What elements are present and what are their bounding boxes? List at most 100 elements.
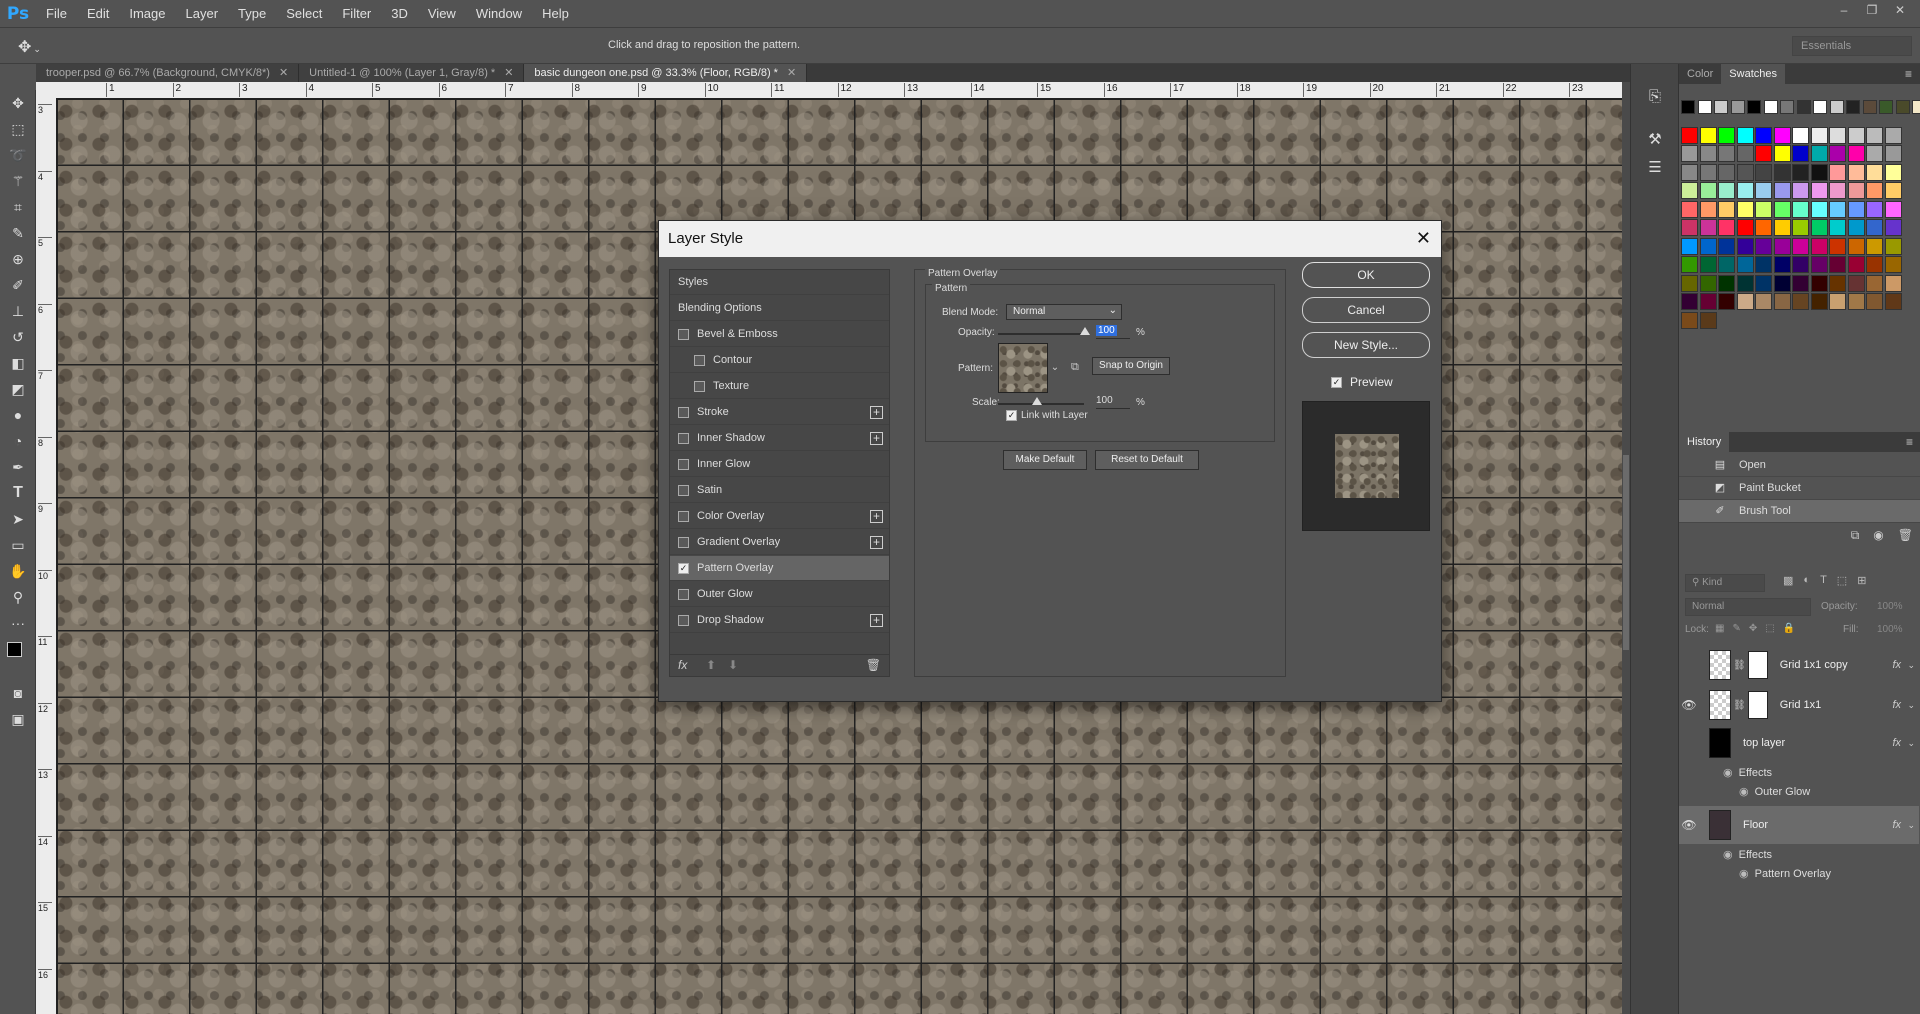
menu-window[interactable]: Window bbox=[466, 6, 532, 21]
menu-view[interactable]: View bbox=[418, 6, 466, 21]
style-checkbox[interactable] bbox=[678, 484, 689, 496]
swatch[interactable] bbox=[1681, 145, 1698, 162]
swatch[interactable] bbox=[1699, 219, 1717, 236]
swatch[interactable] bbox=[1681, 274, 1698, 292]
move-icon[interactable]: ✥ bbox=[0, 90, 36, 116]
preview-checkbox[interactable]: ✓ bbox=[1331, 376, 1342, 388]
swatch[interactable] bbox=[1718, 163, 1735, 181]
swatch[interactable] bbox=[1847, 163, 1865, 181]
swatch[interactable] bbox=[1829, 126, 1846, 144]
menu-3d[interactable]: 3D bbox=[381, 6, 418, 21]
add-effect-icon[interactable]: + bbox=[870, 406, 883, 419]
swatch[interactable] bbox=[1699, 182, 1717, 199]
workspace-select[interactable]: Essentials bbox=[1792, 36, 1912, 56]
swatch[interactable] bbox=[1718, 145, 1735, 162]
more-tools-icon[interactable]: ··· bbox=[0, 610, 36, 636]
swatch[interactable] bbox=[1866, 163, 1883, 181]
history-state[interactable]: ✐ Brush Tool bbox=[1679, 500, 1920, 523]
reset-to-default-button[interactable]: Reset to Default bbox=[1095, 450, 1199, 470]
swatch[interactable] bbox=[1699, 274, 1717, 292]
lock-position-icon[interactable]: ✥ bbox=[1749, 623, 1757, 634]
swatch[interactable] bbox=[1884, 182, 1902, 199]
add-effect-icon[interactable]: + bbox=[870, 614, 883, 627]
swatch[interactable] bbox=[1699, 311, 1717, 329]
close-tab-icon[interactable]: ✕ bbox=[279, 67, 288, 79]
filter-type-icon[interactable]: T bbox=[1820, 574, 1827, 587]
swatch[interactable] bbox=[1699, 237, 1717, 255]
eye-icon[interactable]: 👁 bbox=[1679, 698, 1699, 712]
swatch[interactable] bbox=[1862, 100, 1877, 114]
swatch[interactable] bbox=[1792, 145, 1809, 162]
ok-button[interactable]: OK bbox=[1302, 262, 1430, 288]
layer-row[interactable]: 👁 Floor fx ⌄ bbox=[1679, 806, 1919, 844]
lasso-icon[interactable]: ➰ bbox=[0, 142, 36, 168]
eyedropper-icon[interactable]: ✎ bbox=[0, 220, 36, 246]
swatch[interactable] bbox=[1829, 200, 1846, 218]
add-effect-icon[interactable]: + bbox=[870, 510, 883, 523]
swatch[interactable] bbox=[1681, 126, 1698, 144]
swatch[interactable] bbox=[1810, 126, 1828, 144]
layer-effects[interactable]: ◉ Effects bbox=[1723, 766, 1772, 779]
chevron-icon[interactable]: ⌄ bbox=[1907, 700, 1915, 711]
swatch[interactable] bbox=[1847, 274, 1865, 292]
swatch[interactable] bbox=[1699, 145, 1717, 162]
swatch[interactable] bbox=[1847, 219, 1865, 236]
style-checkbox[interactable] bbox=[678, 432, 689, 444]
tab-swatches[interactable]: Swatches bbox=[1721, 64, 1785, 84]
swatch[interactable] bbox=[1780, 100, 1794, 114]
swatch[interactable] bbox=[1736, 256, 1754, 273]
style-item[interactable]: Stroke + bbox=[670, 400, 889, 425]
swatch[interactable] bbox=[1884, 163, 1902, 181]
swatch[interactable] bbox=[1884, 274, 1902, 292]
eraser-icon[interactable]: ◧ bbox=[0, 350, 36, 376]
snap-to-origin-button[interactable]: Snap to Origin bbox=[1092, 357, 1170, 375]
swatch[interactable] bbox=[1773, 256, 1791, 273]
swatch[interactable] bbox=[1773, 163, 1791, 181]
history-state[interactable]: ◩ Paint Bucket bbox=[1679, 477, 1920, 500]
swatch[interactable] bbox=[1697, 100, 1712, 114]
quick-mask-icon[interactable]: ◙ bbox=[0, 680, 36, 706]
swatch[interactable] bbox=[1829, 100, 1844, 114]
swatch[interactable] bbox=[1718, 126, 1735, 144]
swatch[interactable] bbox=[1846, 100, 1860, 114]
layer-effects[interactable]: ◉ Effects bbox=[1723, 848, 1772, 861]
menu-type[interactable]: Type bbox=[228, 6, 276, 21]
swatch[interactable] bbox=[1866, 293, 1883, 310]
swatch[interactable] bbox=[1736, 200, 1754, 218]
new-preset-icon[interactable]: ⧉ bbox=[1071, 361, 1079, 374]
swatch[interactable] bbox=[1810, 200, 1828, 218]
style-item[interactable]: Gradient Overlay + bbox=[670, 530, 889, 555]
eye-icon[interactable]: ◉ bbox=[1723, 767, 1733, 779]
brush-tool-icon[interactable]: ✐ bbox=[0, 272, 36, 298]
swatch[interactable] bbox=[1718, 274, 1735, 292]
layer-effect-item[interactable]: ◉ Outer Glow bbox=[1739, 785, 1810, 798]
swatch[interactable] bbox=[1718, 182, 1735, 199]
swatch[interactable] bbox=[1718, 200, 1735, 218]
tab-history[interactable]: History bbox=[1679, 432, 1730, 452]
swatch[interactable] bbox=[1829, 182, 1846, 199]
fill-value[interactable]: 100% bbox=[1877, 624, 1903, 635]
layer-effect-item[interactable]: ◉ Pattern Overlay bbox=[1739, 867, 1831, 880]
fx-icon[interactable]: fx bbox=[1892, 819, 1901, 831]
swatch[interactable] bbox=[1792, 219, 1809, 236]
swatch[interactable] bbox=[1736, 163, 1754, 181]
style-item[interactable]: Color Overlay + bbox=[670, 504, 889, 529]
crop-icon[interactable]: ⌗ bbox=[0, 194, 36, 220]
menu-edit[interactable]: Edit bbox=[77, 6, 119, 21]
swatch[interactable] bbox=[1681, 293, 1698, 310]
swatch[interactable] bbox=[1792, 237, 1809, 255]
swatch[interactable] bbox=[1847, 145, 1865, 162]
swatch[interactable] bbox=[1755, 293, 1772, 310]
swatch[interactable] bbox=[1810, 219, 1828, 236]
scale-input[interactable]: 100 bbox=[1096, 395, 1130, 409]
style-item[interactable]: Drop Shadow + bbox=[670, 608, 889, 633]
preview-row[interactable]: ✓ Preview bbox=[1331, 375, 1393, 389]
layer-row[interactable]: ⛓ Grid 1x1 copy fx ⌄ bbox=[1679, 646, 1919, 684]
chevron-icon[interactable]: ⌄ bbox=[1907, 820, 1915, 831]
swatch[interactable] bbox=[1755, 237, 1772, 255]
tool-presets-icon[interactable]: ⚒ bbox=[1645, 130, 1665, 150]
swatch[interactable] bbox=[1829, 256, 1846, 273]
type-icon[interactable]: T bbox=[0, 480, 36, 506]
swatch[interactable] bbox=[1747, 100, 1761, 114]
swatch[interactable] bbox=[1736, 274, 1754, 292]
